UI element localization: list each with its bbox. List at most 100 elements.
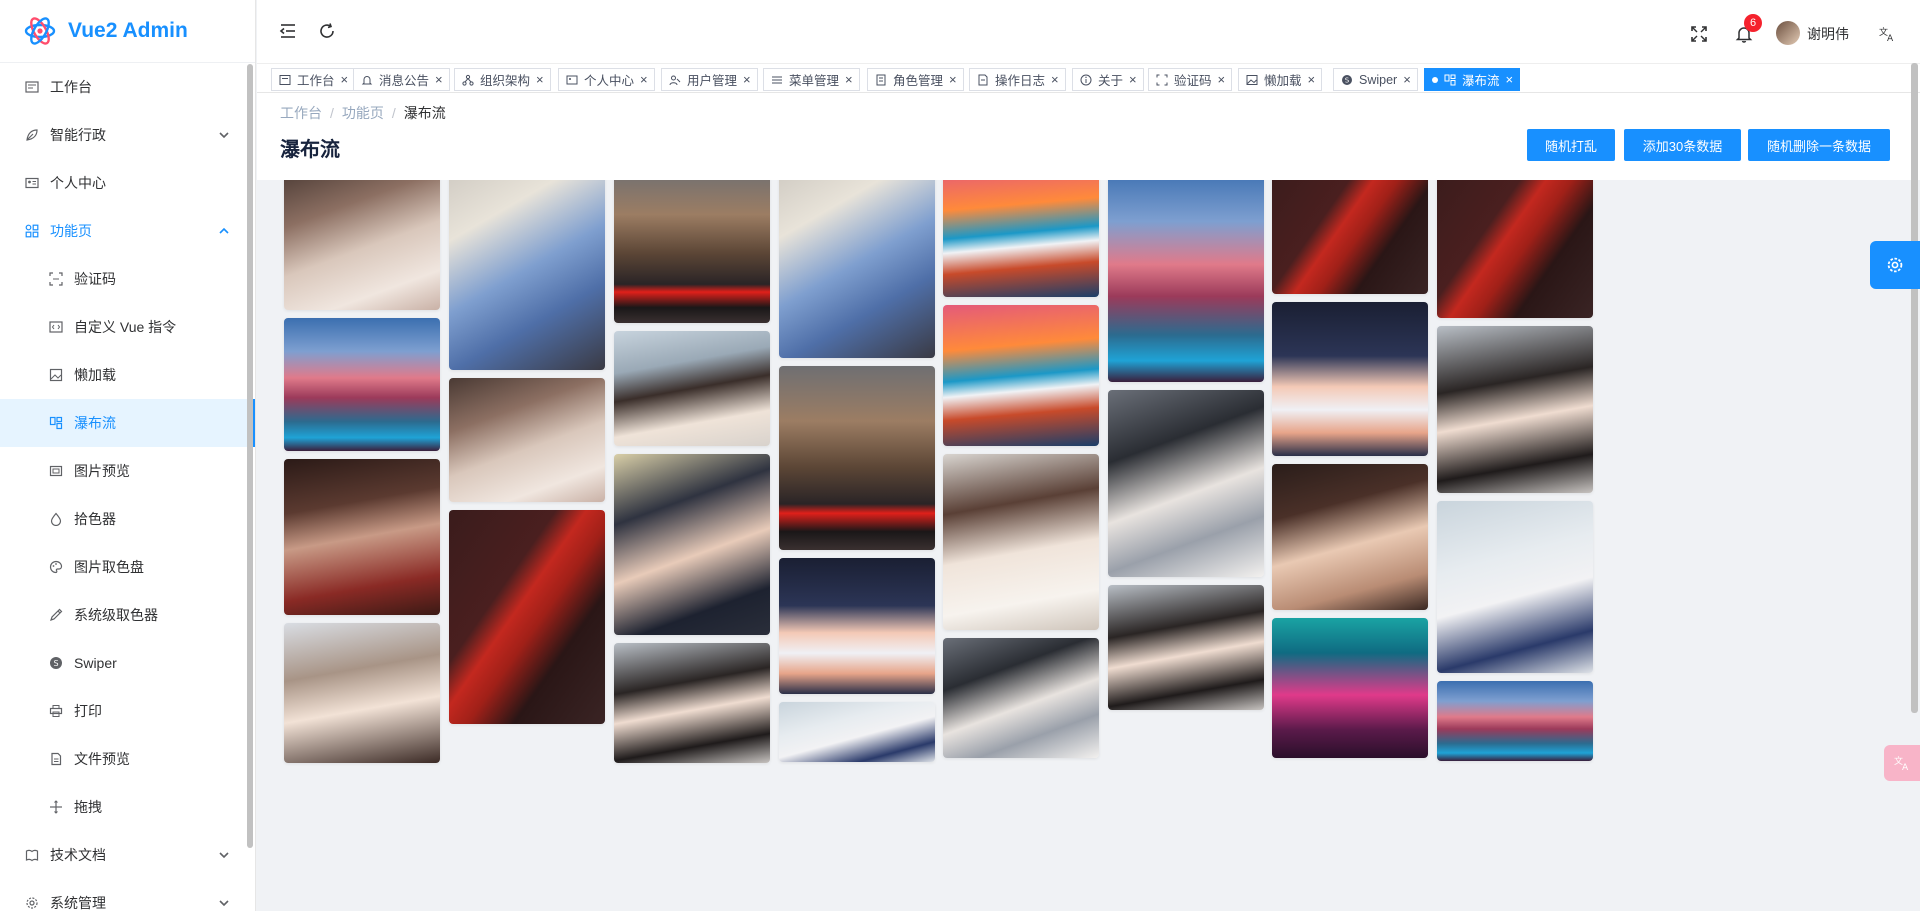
close-icon[interactable]: × [845,73,853,86]
tab-org[interactable]: 组织架构 × [454,68,551,91]
tab-lazyload[interactable]: 懒加载 × [1238,68,1323,91]
sidebar-item-file-preview[interactable]: 文件预览 [0,735,255,783]
waterfall-image-portrait-girl-red-scarf[interactable] [284,459,440,615]
sidebar-item-dashboard[interactable]: 工作台 [0,63,255,111]
tab-menus[interactable]: 菜单管理 × [763,68,860,91]
sidebar-item-label: 系统管理 [50,895,106,911]
settings-button[interactable] [1870,241,1920,289]
tab-dashboard[interactable]: 工作台 × [271,68,356,91]
close-icon[interactable]: × [1129,73,1137,86]
waterfall-image-castle-sunset-landscape[interactable] [1108,180,1264,382]
close-icon[interactable]: × [341,73,349,86]
tab-label: 操作日志 [995,74,1046,88]
tab-roles[interactable]: 角色管理 × [867,68,964,91]
refresh-icon[interactable] [317,21,337,41]
sidebar-item-features[interactable]: 功能页 [0,207,255,255]
sidebar-item-swiper[interactable]: S Swiper [0,639,255,687]
waterfall-image-sports-car-cliff[interactable] [779,366,935,550]
waterfall-image-castle-sunset-landscape[interactable] [1437,681,1593,761]
waterfall-image-chibi-girl-with-cat[interactable] [779,558,935,694]
waterfall-image-keyboard-lap[interactable] [943,638,1099,758]
waterfall-image-volcano-clouds[interactable] [943,305,1099,446]
tab-captcha[interactable]: 验证码 × [1148,68,1233,91]
random-delete-button[interactable]: 随机删除一条数据 [1748,129,1890,161]
sidebar-item-system-picker[interactable]: 系统级取色器 [0,591,255,639]
close-icon[interactable]: × [1506,73,1514,86]
waterfall-image-portrait-girl-glasses[interactable] [1272,464,1428,610]
sidebar-item-image-preview[interactable]: 图片预览 [0,447,255,495]
translate-icon[interactable]: 文A [1877,24,1897,44]
waterfall-image-sports-car-cliff[interactable] [614,180,770,323]
waterfall-image-anime-silver-hair-girl[interactable] [1437,501,1593,673]
waterfall-image-portrait-girl-long-hair[interactable] [284,623,440,763]
waterfall-image-anime-blue-hair-girl[interactable] [449,180,605,370]
shuffle-button[interactable]: 随机打乱 [1527,129,1615,161]
tab-swiper[interactable]: S Swiper × [1333,68,1418,91]
sidebar-item-color-picker[interactable]: 拾色器 [0,495,255,543]
fullscreen-icon[interactable] [1689,24,1709,44]
close-icon[interactable]: × [640,73,648,86]
waterfall-image-anime-dark-hair-girl[interactable] [1108,585,1264,710]
waterfall-image-portrait-girl-white-dress[interactable] [449,378,605,502]
sidebar-item-tech-docs[interactable]: 技术文档 [0,831,255,879]
waterfall-image-red-stripe-abstract[interactable] [1437,180,1593,318]
sidebar-item-smart-admin[interactable]: 智能行政 [0,111,255,159]
sidebar-item-profile[interactable]: 个人中心 [0,159,255,207]
close-icon[interactable]: × [743,73,751,86]
dashboard-icon [24,79,40,95]
waterfall-image-chibi-girl-with-cat[interactable] [1272,302,1428,456]
waterfall-image-anime-dark-hair-girl[interactable] [1437,326,1593,493]
sidebar-item-label: 自定义 Vue 指令 [74,319,177,335]
sidebar-item-captcha[interactable]: 验证码 [0,255,255,303]
waterfall-image-portrait-girl-dark-hair[interactable] [614,454,770,635]
close-icon[interactable]: × [1051,73,1059,86]
waterfall-image-anime-dark-hair-girl[interactable] [614,643,770,763]
waterfall-image-volcano-clouds[interactable] [943,180,1099,297]
tab-logs[interactable]: 操作日志 × [969,68,1066,91]
sidebar-item-image-palette[interactable]: 图片取色盘 [0,543,255,591]
waterfall-image-portrait-girl-white-dress[interactable] [284,180,440,310]
sidebar-item-system[interactable]: 系统管理 [0,879,255,911]
breadcrumb-item[interactable]: 功能页 [342,105,384,121]
close-icon[interactable]: × [949,73,957,86]
tab-profile[interactable]: 个人中心 × [558,68,655,91]
sidebar-item-waterfall[interactable]: 瀑布流 [0,399,255,447]
logo[interactable]: Vue2 Admin [0,0,255,63]
waterfall-image-red-stripe-abstract[interactable] [449,510,605,724]
waterfall-image-keyboard-lap[interactable] [1108,390,1264,577]
tab-users[interactable]: 用户管理 × [661,68,758,91]
tab-label: 菜单管理 [789,74,840,88]
sidebar-menu: 工作台 智能行政 个人中心 功能页 验证码 自定义 Vue 指令 懒加载 瀑布流… [0,63,255,911]
tab-waterfall[interactable]: 瀑布流 × [1424,68,1521,91]
waterfall-image-anime-silver-hair-girl[interactable] [779,702,935,762]
sidebar-item-drag[interactable]: 拖拽 [0,783,255,831]
close-icon[interactable]: × [536,73,544,86]
page-scrollbar[interactable] [1911,63,1918,713]
tab-notices[interactable]: 消息公告 × [353,68,450,91]
waterfall-image-portrait-girl-seaside[interactable] [614,331,770,446]
sidebar-item-print[interactable]: 打印 [0,687,255,735]
sidebar-scrollbar[interactable] [247,64,253,848]
avatar[interactable] [1776,21,1800,45]
close-icon[interactable]: × [435,73,443,86]
language-float-button[interactable]: 文A [1884,745,1920,781]
close-icon[interactable]: × [1218,73,1226,86]
sidebar-item-lazyload[interactable]: 懒加载 [0,351,255,399]
tab-about[interactable]: 关于 × [1072,68,1144,91]
waterfall-image-castle-sunset-landscape[interactable] [284,318,440,451]
tab-label: 工作台 [297,74,335,88]
scan-icon [48,271,64,287]
breadcrumb-item[interactable]: 工作台 [280,105,322,121]
waterfall-container [257,180,1920,911]
waterfall-image-red-stripe-abstract[interactable] [1272,180,1428,294]
collapse-menu-icon[interactable] [278,21,298,41]
username[interactable]: 谢明伟 [1807,24,1849,44]
close-icon[interactable]: × [1308,73,1316,86]
waterfall-image-anime-blue-hair-girl[interactable] [779,180,935,358]
add-30-button[interactable]: 添加30条数据 [1624,129,1741,161]
tab-label: 用户管理 [687,74,738,88]
close-icon[interactable]: × [1403,73,1411,86]
waterfall-image-portrait-girl-reading[interactable] [943,454,1099,630]
waterfall-image-neon-city-arc[interactable] [1272,618,1428,758]
sidebar-item-vue-directive[interactable]: 自定义 Vue 指令 [0,303,255,351]
